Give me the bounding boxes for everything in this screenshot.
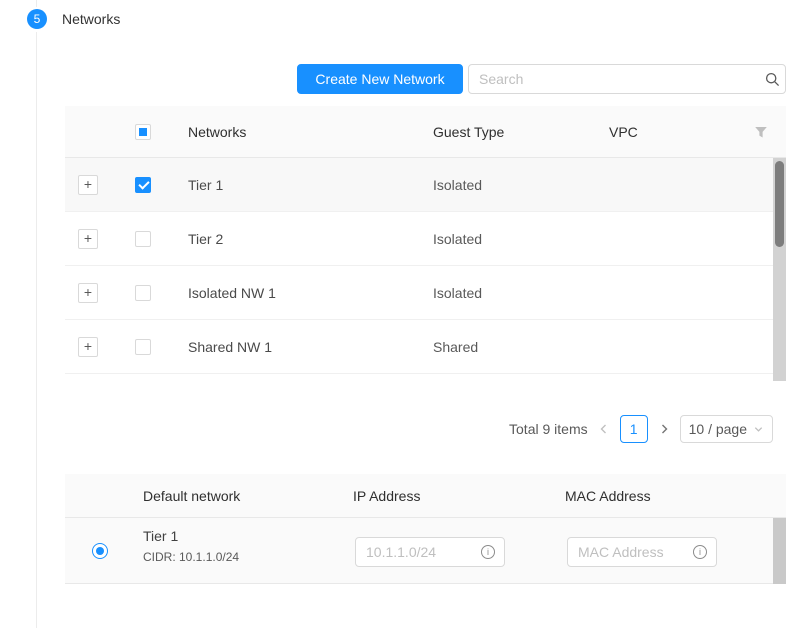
networks-table-header: Networks Guest Type VPC: [65, 106, 786, 158]
table-row: + Tier 1 Isolated: [65, 158, 786, 212]
scrollbar-thumb[interactable]: [775, 161, 784, 247]
select-all-checkbox[interactable]: [135, 124, 151, 140]
default-network-table-header: Default network IP Address MAC Address: [65, 474, 786, 518]
mac-address-field[interactable]: i: [567, 537, 717, 567]
page-size-select[interactable]: 10 / page: [680, 415, 773, 443]
row-checkbox[interactable]: [135, 285, 151, 301]
previous-page-button[interactable]: [596, 415, 612, 443]
create-new-network-button[interactable]: Create New Network: [297, 64, 463, 94]
column-header-default-network: Default network: [143, 488, 240, 504]
step-number-badge[interactable]: 5: [27, 9, 47, 29]
table-row: + Tier 2 Isolated: [65, 212, 786, 266]
guest-type-value: Isolated: [433, 231, 482, 247]
ip-address-input[interactable]: [356, 544, 477, 560]
next-page-button[interactable]: [656, 415, 672, 443]
guest-type-value: Isolated: [433, 177, 482, 193]
default-network-radio[interactable]: [92, 543, 108, 559]
page-size-value: 10 / page: [689, 421, 747, 437]
column-header-mac-address: MAC Address: [565, 488, 651, 504]
column-header-guest-type: Guest Type: [433, 124, 504, 140]
expand-row-button[interactable]: +: [78, 283, 98, 303]
chevron-down-icon: [753, 424, 764, 435]
column-header-vpc: VPC: [609, 124, 638, 140]
network-name: Isolated NW 1: [188, 285, 276, 301]
search-box[interactable]: [468, 64, 786, 94]
column-header-ip-address: IP Address: [353, 488, 420, 504]
networks-table: Networks Guest Type VPC + Tier 1 Isolate…: [65, 106, 786, 381]
row-checkbox[interactable]: [135, 177, 151, 193]
expand-row-button[interactable]: +: [78, 337, 98, 357]
network-selection-step: 5 Networks Create New Network Networks G…: [0, 0, 805, 628]
network-name: Shared NW 1: [188, 339, 272, 355]
step-timeline-line: [36, 0, 37, 7]
pagination: Total 9 items 1 10 / page: [65, 415, 773, 443]
expand-row-button[interactable]: +: [78, 229, 98, 249]
table-row: + Shared NW 1 Shared: [65, 320, 786, 374]
table-scrollbar[interactable]: [773, 518, 786, 584]
table-row: + Isolated NW 1 Isolated: [65, 266, 786, 320]
network-name: Tier 1: [143, 528, 178, 544]
step-timeline-line: [36, 32, 37, 628]
expand-row-button[interactable]: +: [78, 175, 98, 195]
network-name: Tier 2: [188, 231, 223, 247]
row-checkbox[interactable]: [135, 339, 151, 355]
pagination-total: Total 9 items: [509, 421, 588, 437]
page-number-button[interactable]: 1: [620, 415, 648, 443]
search-input[interactable]: [469, 71, 759, 87]
row-checkbox[interactable]: [135, 231, 151, 247]
network-name: Tier 1: [188, 177, 223, 193]
ip-address-field[interactable]: i: [355, 537, 505, 567]
filter-icon[interactable]: [754, 125, 768, 139]
network-cidr: CIDR: 10.1.1.0/24: [143, 550, 239, 564]
guest-type-value: Shared: [433, 339, 478, 355]
info-icon[interactable]: i: [693, 545, 707, 559]
column-header-networks: Networks: [188, 124, 246, 140]
table-scrollbar[interactable]: [773, 158, 786, 381]
guest-type-value: Isolated: [433, 285, 482, 301]
info-icon[interactable]: i: [481, 545, 495, 559]
table-row: Tier 1 CIDR: 10.1.1.0/24 i i: [65, 518, 786, 584]
search-icon[interactable]: [759, 72, 785, 87]
default-network-table: Default network IP Address MAC Address T…: [65, 474, 786, 584]
mac-address-input[interactable]: [568, 544, 689, 560]
step-title: Networks: [62, 11, 120, 27]
